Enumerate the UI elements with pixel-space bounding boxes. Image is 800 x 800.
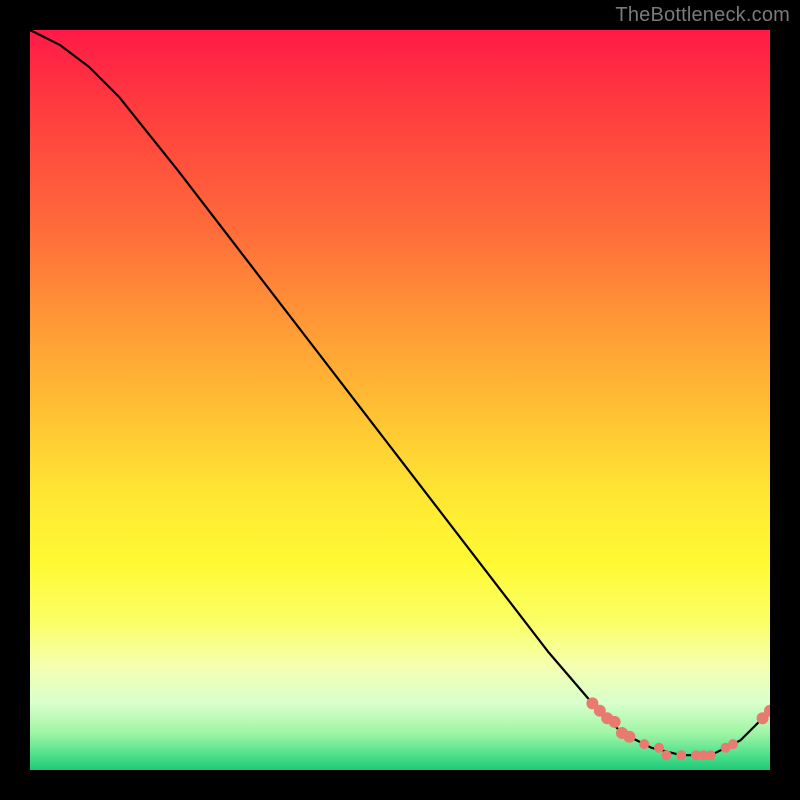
data-marker [661, 750, 671, 760]
watermark-text: TheBottleneck.com [615, 4, 790, 27]
bottleneck-curve-line [30, 30, 770, 755]
data-marker [609, 716, 621, 728]
data-marker [676, 750, 686, 760]
data-marker [639, 739, 649, 749]
data-marker [654, 743, 664, 753]
plot-area [30, 30, 770, 770]
curve-svg [30, 30, 770, 770]
chart-frame: TheBottleneck.com [0, 0, 800, 800]
data-marker [623, 731, 635, 743]
data-marker [706, 750, 716, 760]
marker-group [586, 697, 770, 760]
data-marker [728, 739, 738, 749]
